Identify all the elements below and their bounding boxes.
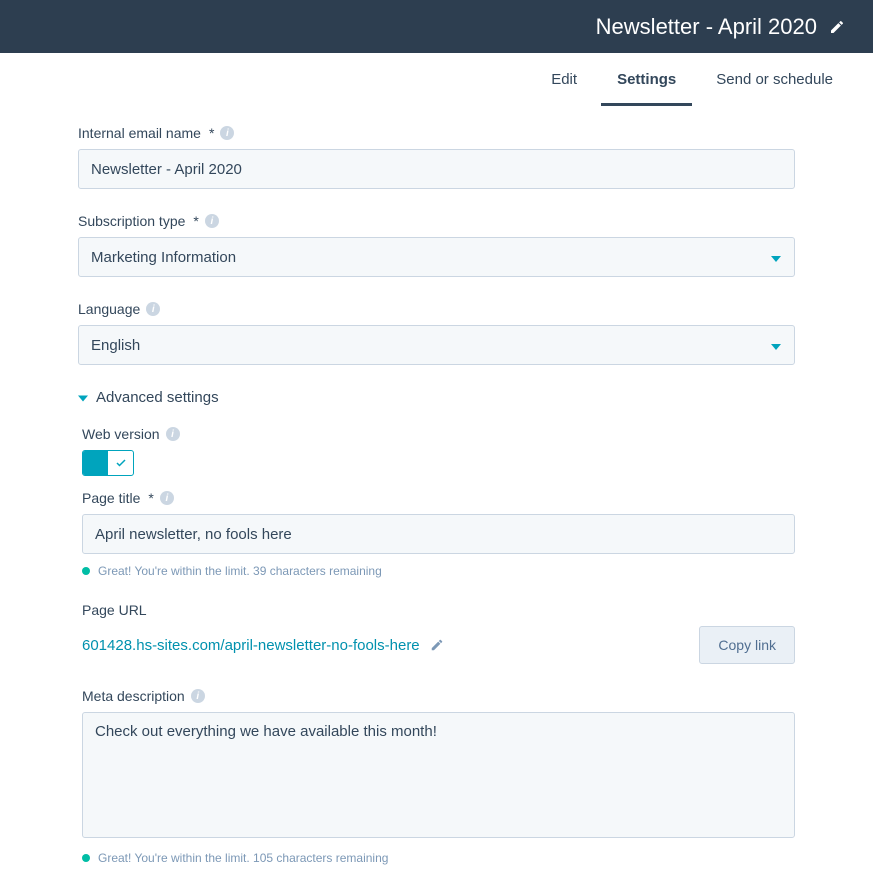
- advanced-settings-section: Advanced settings Web version i Page tit…: [78, 389, 795, 865]
- field-internal-email-name: Internal email name * i: [78, 125, 795, 189]
- page-title-helper-text: Great! You're within the limit. 39 chara…: [98, 564, 382, 578]
- info-icon[interactable]: i: [191, 689, 205, 703]
- info-icon[interactable]: i: [160, 491, 174, 505]
- advanced-settings-label: Advanced settings: [96, 389, 219, 406]
- tab-bar: Edit Settings Send or schedule: [0, 53, 873, 109]
- language-label: Language: [78, 301, 140, 317]
- meta-description-input[interactable]: [82, 712, 795, 838]
- field-web-version: Web version i: [82, 426, 795, 476]
- chevron-down-icon: [78, 389, 88, 406]
- info-icon[interactable]: i: [166, 427, 180, 441]
- field-meta-description: Meta description i Great! You're within …: [82, 688, 795, 865]
- info-icon[interactable]: i: [205, 214, 219, 228]
- edit-url-icon[interactable]: [430, 638, 444, 652]
- toggle-off-half: [108, 451, 133, 475]
- page-title-label: Page title: [82, 490, 140, 506]
- meta-description-helper-text: Great! You're within the limit. 105 char…: [98, 851, 388, 865]
- tab-edit[interactable]: Edit: [531, 55, 597, 106]
- field-page-title: Page title * i Great! You're within the …: [82, 490, 795, 578]
- required-marker: *: [209, 125, 214, 141]
- field-page-url: Page URL 601428.hs-sites.com/april-newsl…: [82, 602, 795, 664]
- required-marker: *: [193, 213, 198, 229]
- info-icon[interactable]: i: [220, 126, 234, 140]
- subscription-type-label: Subscription type: [78, 213, 185, 229]
- web-version-toggle[interactable]: [82, 450, 134, 476]
- meta-description-label: Meta description: [82, 688, 185, 704]
- internal-email-name-label: Internal email name: [78, 125, 201, 141]
- info-icon[interactable]: i: [146, 302, 160, 316]
- page-title-helper: Great! You're within the limit. 39 chara…: [82, 564, 795, 578]
- subscription-type-value: Marketing Information: [78, 237, 795, 277]
- form-container: Internal email name * i Subscription typ…: [0, 109, 873, 885]
- edit-title-icon[interactable]: [829, 19, 845, 35]
- tab-send[interactable]: Send or schedule: [696, 55, 853, 106]
- language-value: English: [78, 325, 795, 365]
- web-version-label: Web version: [82, 426, 160, 442]
- meta-description-helper: Great! You're within the limit. 105 char…: [82, 851, 795, 865]
- page-header: Newsletter - April 2020: [0, 0, 873, 53]
- subscription-type-select[interactable]: Marketing Information: [78, 237, 795, 277]
- page-title-input[interactable]: [82, 514, 795, 554]
- language-select[interactable]: English: [78, 325, 795, 365]
- copy-link-button[interactable]: Copy link: [699, 626, 795, 664]
- toggle-on-half: [83, 451, 108, 475]
- page-url-value: 601428.hs-sites.com/april-newsletter-no-…: [82, 637, 420, 654]
- field-subscription-type: Subscription type * i Marketing Informat…: [78, 213, 795, 277]
- internal-email-name-input[interactable]: [78, 149, 795, 189]
- page-title: Newsletter - April 2020: [596, 14, 817, 40]
- tab-settings[interactable]: Settings: [597, 55, 696, 106]
- page-url-label: Page URL: [82, 602, 147, 618]
- status-dot-icon: [82, 854, 90, 862]
- advanced-settings-toggle[interactable]: Advanced settings: [78, 389, 795, 406]
- required-marker: *: [148, 490, 153, 506]
- status-dot-icon: [82, 567, 90, 575]
- field-language: Language i English: [78, 301, 795, 365]
